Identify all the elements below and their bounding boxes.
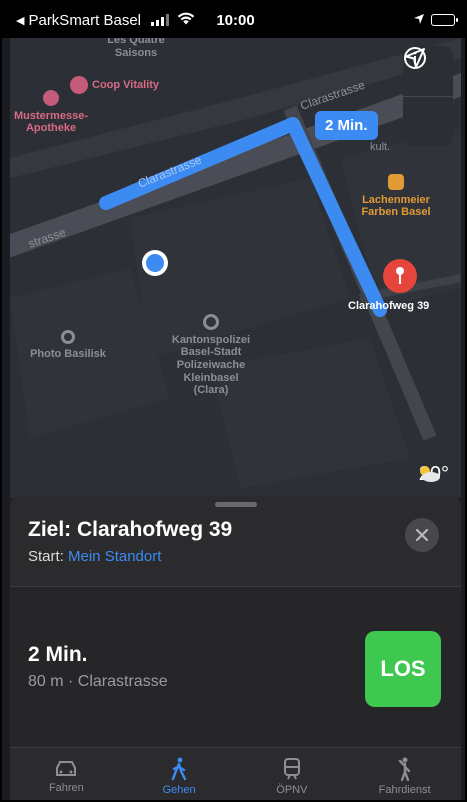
route-duration: 2 Min. [28, 643, 88, 666]
walk-icon [171, 757, 187, 780]
back-app-label: ParkSmart Basel [28, 11, 142, 29]
route-sheet: Ziel: Clarahofweg 39 Start: Mein Standor… [10, 496, 461, 800]
shop-icon [388, 174, 404, 190]
pharmacy-icon [43, 90, 59, 106]
route-option[interactable]: 2 Min. 80 m · Clarastrasse LOS [10, 587, 461, 747]
route-details: 80 m · Clarastrasse [28, 673, 168, 690]
go-button[interactable]: LOS [365, 631, 441, 707]
status-bar: ◀ ParkSmart Basel 10:00 [2, 2, 465, 38]
poi-lachenmeier[interactable]: Lachenmeier Farben Basel [346, 174, 446, 219]
location-arrow-icon [405, 48, 425, 68]
sheet-grabber[interactable] [214, 502, 257, 507]
train-icon [283, 757, 300, 779]
tab-fahrdienst[interactable]: Fahrdienst [348, 748, 461, 800]
signal-icon [151, 14, 170, 26]
close-icon [415, 528, 429, 542]
locate-button[interactable] [403, 48, 453, 146]
back-arrow-icon: ◀ [16, 14, 25, 27]
start-line: Start: Mein Standort [28, 548, 162, 565]
poi-mustermesse[interactable]: Mustermesse- Apotheke [10, 90, 96, 135]
app-frame: ◀ ParkSmart Basel 10:00 strasse Clarastr… [0, 0, 467, 802]
poi-quatre-saisons[interactable]: Les Quatre Saisons [96, 38, 176, 59]
tab-fahren[interactable]: Fahren [10, 748, 123, 800]
location-arrow-icon [413, 12, 425, 29]
tab-gehen[interactable]: Gehen [123, 748, 236, 800]
poi-kantonspolizei[interactable]: Kantonspolizei Basel-Stadt Polizeiwache … [156, 314, 266, 397]
transport-mode-tabbar: Fahren Gehen ÖPNV Fahrdienst [10, 747, 461, 800]
map-view[interactable]: strasse Clarastrasse Clarastrasse kult. … [10, 38, 461, 498]
map-pin-icon [383, 259, 417, 293]
camera-icon [61, 330, 75, 344]
weather-indicator: 20° [415, 463, 449, 486]
poi-photo-basilisk[interactable]: Photo Basilisk [18, 330, 118, 360]
eta-bubble[interactable]: 2 Min. [315, 111, 378, 140]
destination-pin-label: Clarahofweg 39 [348, 300, 430, 312]
current-location-dot [142, 250, 168, 276]
back-to-app-link[interactable]: ◀ ParkSmart Basel [16, 12, 195, 29]
map-controls [403, 46, 453, 146]
street-label-kult: kult. [370, 141, 390, 153]
rideshare-icon [398, 757, 410, 781]
battery-icon [431, 14, 458, 26]
destination-title: Ziel: Clarahofweg 39 [28, 518, 233, 541]
status-time: 10:00 [216, 11, 255, 29]
tab-oepnv[interactable]: ÖPNV [236, 748, 349, 800]
close-button[interactable] [405, 518, 439, 552]
police-icon [203, 314, 219, 330]
wifi-icon [177, 12, 195, 29]
destination-pin[interactable] [382, 258, 418, 298]
car-icon [56, 760, 77, 776]
start-location-link[interactable]: Mein Standort [68, 548, 161, 565]
